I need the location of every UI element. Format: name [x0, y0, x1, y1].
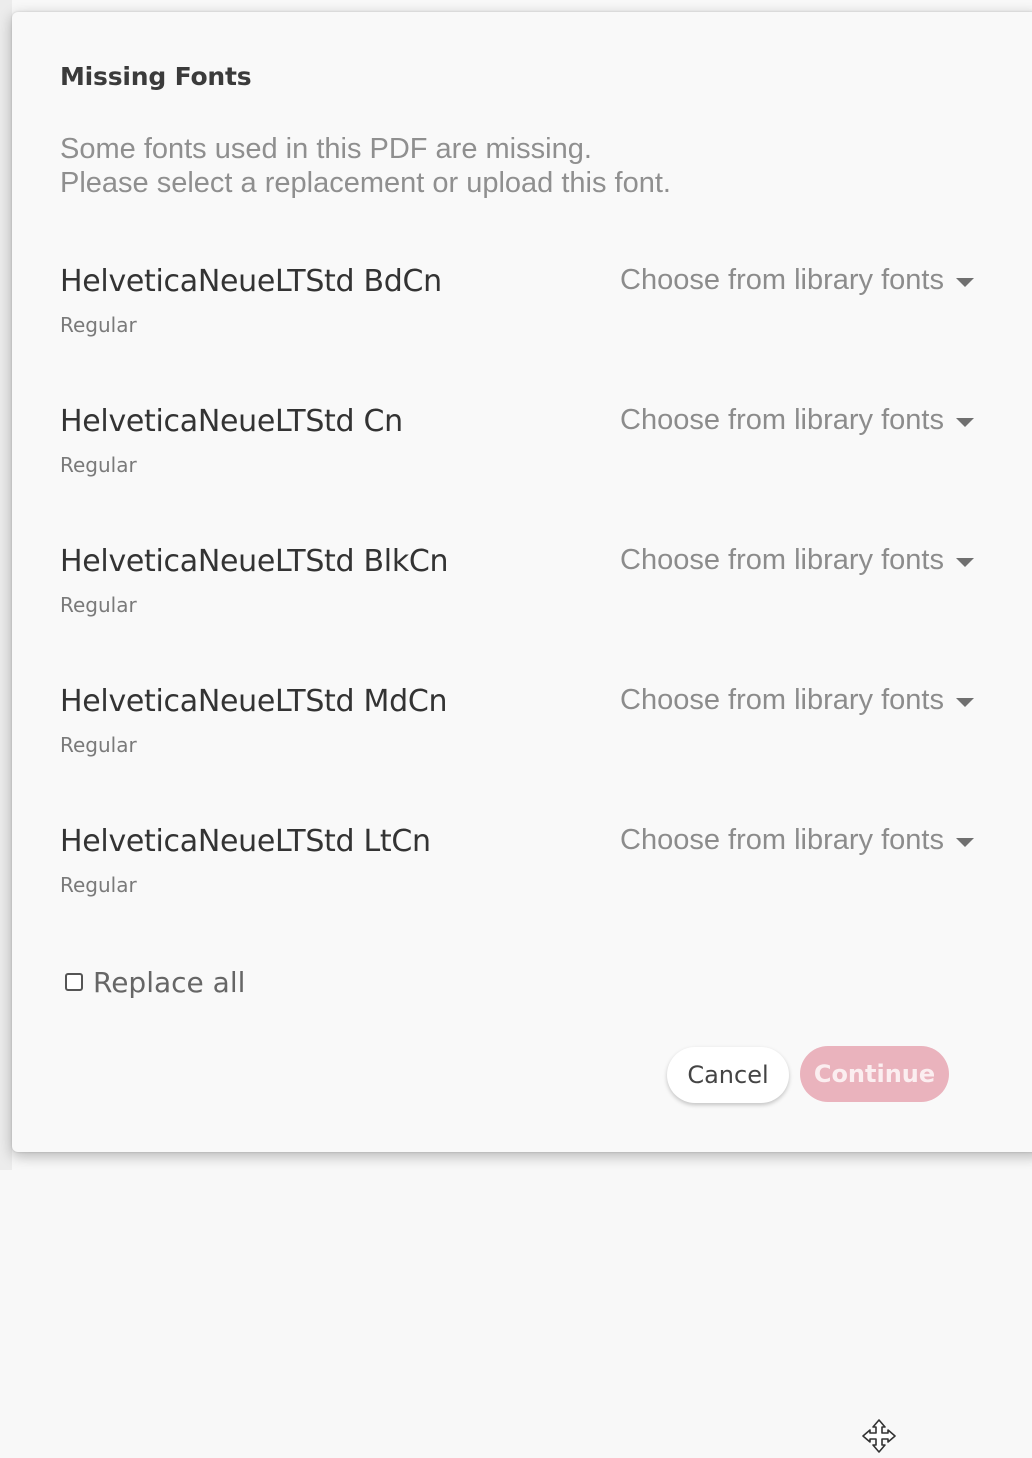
missing-font-row: HelveticaNeueLTStd MdCn Regular Choose f…: [60, 684, 1000, 784]
font-style: Regular: [60, 593, 137, 617]
description-line-1: Some fonts used in this PDF are missing.: [60, 133, 592, 165]
missing-font-row: HelveticaNeueLTStd BlkCn Regular Choose …: [60, 544, 1000, 644]
replacement-font-dropdown[interactable]: Choose from library fonts: [620, 404, 1000, 444]
dropdown-label: Choose from library fonts: [620, 264, 944, 296]
dropdown-label: Choose from library fonts: [620, 824, 944, 856]
dropdown-label: Choose from library fonts: [620, 684, 944, 716]
font-name: HelveticaNeueLTStd BlkCn: [60, 544, 449, 579]
font-style: Regular: [60, 733, 137, 757]
missing-font-row: HelveticaNeueLTStd Cn Regular Choose fro…: [60, 404, 1000, 504]
replacement-font-dropdown[interactable]: Choose from library fonts: [620, 684, 1000, 724]
caret-down-icon: [955, 698, 974, 708]
replacement-font-dropdown[interactable]: Choose from library fonts: [620, 824, 1000, 864]
font-name: HelveticaNeueLTStd MdCn: [60, 684, 448, 719]
caret-down-icon: [955, 418, 974, 428]
missing-font-row: HelveticaNeueLTStd BdCn Regular Choose f…: [60, 264, 1000, 364]
backdrop: [0, 0, 12, 1170]
move-cursor-icon: [862, 1419, 896, 1453]
replace-all-option[interactable]: Replace all: [65, 964, 245, 1000]
dropdown-label: Choose from library fonts: [620, 544, 944, 576]
font-name: HelveticaNeueLTStd LtCn: [60, 824, 431, 859]
dialog-description: Some fonts used in this PDF are missing.…: [60, 132, 671, 200]
replace-all-checkbox[interactable]: [65, 973, 83, 991]
caret-down-icon: [955, 838, 974, 848]
cancel-button[interactable]: Cancel: [667, 1047, 789, 1103]
font-name: HelveticaNeueLTStd BdCn: [60, 264, 442, 299]
replace-all-label: Replace all: [93, 965, 246, 999]
font-style: Regular: [60, 453, 137, 477]
dropdown-label: Choose from library fonts: [620, 404, 944, 436]
replacement-font-dropdown[interactable]: Choose from library fonts: [620, 544, 1000, 584]
continue-button[interactable]: Continue: [800, 1046, 949, 1102]
dialog-title: Missing Fonts: [60, 62, 252, 91]
font-name: HelveticaNeueLTStd Cn: [60, 404, 403, 439]
missing-font-row: HelveticaNeueLTStd LtCn Regular Choose f…: [60, 824, 1000, 924]
replacement-font-dropdown[interactable]: Choose from library fonts: [620, 264, 1000, 304]
description-line-2: Please select a replacement or upload th…: [60, 167, 671, 199]
font-style: Regular: [60, 313, 137, 337]
caret-down-icon: [955, 278, 974, 288]
caret-down-icon: [955, 558, 974, 568]
font-style: Regular: [60, 873, 137, 897]
missing-fonts-dialog: Missing Fonts Some fonts used in this PD…: [12, 12, 1032, 1152]
